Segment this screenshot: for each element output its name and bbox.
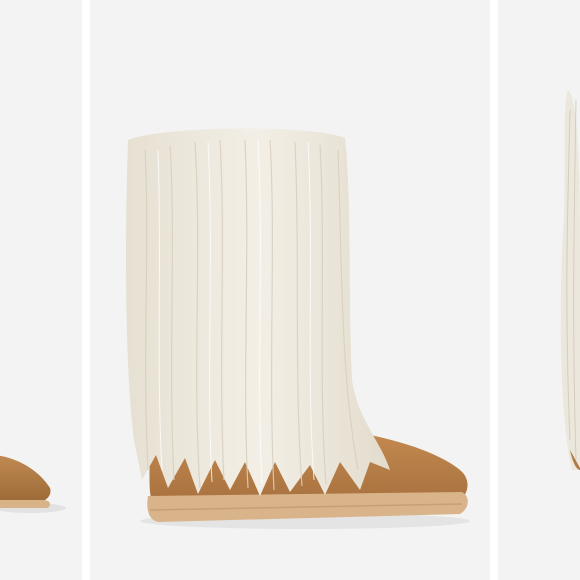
previous-product-image[interactable] bbox=[0, 0, 82, 580]
fur-boot-image bbox=[126, 128, 470, 529]
current-product-image[interactable] bbox=[90, 0, 490, 580]
product-image-carousel[interactable] bbox=[0, 0, 580, 580]
fur-boot-edge-image bbox=[560, 90, 580, 470]
suede-shoe-toe-image bbox=[0, 455, 66, 513]
next-product-image[interactable] bbox=[498, 0, 580, 580]
